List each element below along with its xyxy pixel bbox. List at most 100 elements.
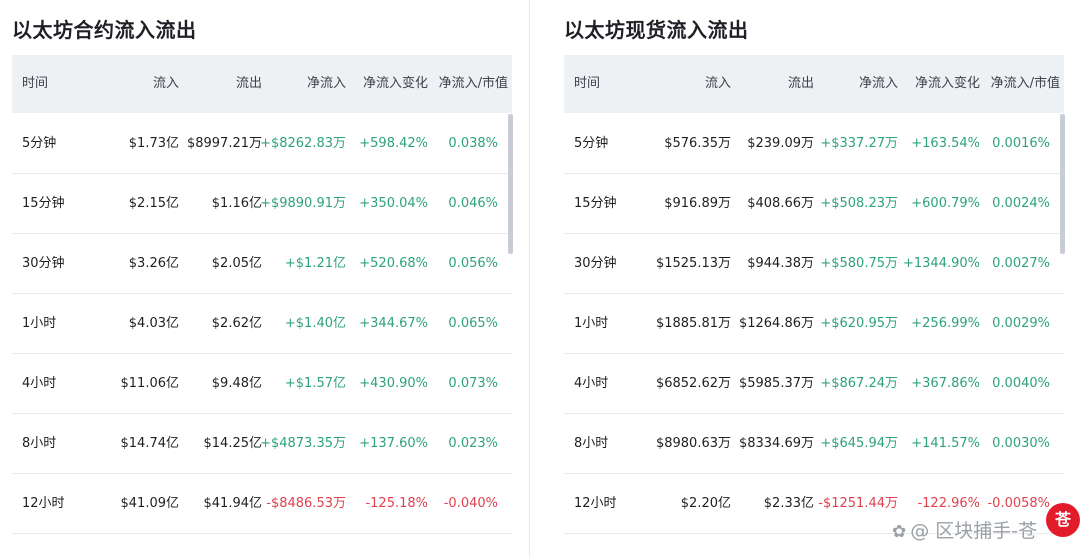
inflow-cell: $1885.81万 [655, 316, 731, 331]
table-body: 5分钟 $576.35万 $239.09万 +$337.27万 +163.54% 0.00… [564, 114, 1064, 534]
header-net-ratio: 净流入/市值 [438, 76, 508, 91]
panel-title: 以太坊现货流入流出 [564, 18, 749, 42]
table-row: 1小时 $1885.81万 $1264.86万 +$620.95万 +256.99% 0.… [564, 294, 1064, 354]
scrollbar[interactable] [508, 114, 513, 254]
avatar: 苍 [1046, 503, 1080, 537]
net-inflow-cell: -$1251.44万 [818, 496, 898, 511]
table-row: 4小时 $11.06亿 $9.48亿 +$1.57亿 +430.90% 0.073% [12, 354, 512, 414]
net-inflow-cell: -$8486.53万 [266, 496, 346, 511]
time-cell: 15分钟 [22, 196, 65, 211]
time-cell: 30分钟 [22, 256, 65, 271]
net-inflow-cell: +$1.21亿 [284, 256, 346, 271]
inflow-cell: $916.89万 [664, 196, 731, 211]
time-cell: 12小时 [22, 496, 65, 511]
header-net-inflow: 净流入 [306, 76, 346, 91]
table-row: 30分钟 $3.26亿 $2.05亿 +$1.21亿 +520.68% 0.056% [12, 234, 512, 294]
net-inflow-cell: +$9890.91万 [260, 196, 346, 211]
net-inflow-cell: +$580.75万 [820, 256, 898, 271]
header-inflow: 流入 [704, 76, 731, 91]
table-body: 5分钟 $1.73亿 $8997.21万 +$8262.83万 +598.42% 0.03… [12, 114, 512, 534]
net-change-cell: +137.60% [359, 436, 428, 451]
net-inflow-cell: +$4873.35万 [260, 436, 346, 451]
contract-flow-panel: 以太坊合约流入流出 时间 流入 流出 净流入 净流入变化 净流入/市值 5分钟 $1.73亿… [0, 0, 528, 557]
net-change-cell: +163.54% [911, 136, 980, 151]
net-ratio-cell: -0.040% [443, 496, 498, 511]
outflow-cell: $14.25亿 [203, 436, 263, 451]
outflow-cell: $2.33亿 [763, 496, 814, 511]
header-net-change: 净流入变化 [914, 76, 980, 91]
table-header: 时间 流入 流出 净流入 净流入变化 净流入/市值 [12, 55, 512, 113]
outflow-cell: $41.94亿 [203, 496, 263, 511]
inflow-cell: $14.74亿 [120, 436, 180, 451]
inflow-cell: $576.35万 [664, 136, 731, 151]
net-inflow-cell: +$8262.83万 [260, 136, 346, 151]
time-cell: 8小时 [574, 436, 609, 451]
header-inflow: 流入 [152, 76, 179, 91]
outflow-cell: $2.05亿 [211, 256, 262, 271]
net-ratio-cell: 0.023% [448, 436, 498, 451]
inflow-cell: $8980.63万 [655, 436, 731, 451]
watermark-text: @ 区块捕手-苍 [910, 520, 1038, 542]
outflow-cell: $944.38万 [747, 256, 814, 271]
table-header: 时间 流入 流出 净流入 净流入变化 净流入/市值 [564, 55, 1064, 113]
inflow-cell: $4.03亿 [128, 316, 179, 331]
outflow-cell: $1264.86万 [738, 316, 814, 331]
table-row: 15分钟 $2.15亿 $1.16亿 +$9890.91万 +350.04% 0.046% [12, 174, 512, 234]
scrollbar[interactable] [1060, 114, 1065, 254]
net-change-cell: +1344.90% [902, 256, 980, 271]
net-change-cell: +430.90% [359, 376, 428, 391]
net-change-cell: +600.79% [911, 196, 980, 211]
table-row: 1小时 $4.03亿 $2.62亿 +$1.40亿 +344.67% 0.065% [12, 294, 512, 354]
net-change-cell: +344.67% [359, 316, 428, 331]
inflow-cell: $6852.62万 [655, 376, 731, 391]
outflow-cell: $1.16亿 [211, 196, 262, 211]
net-ratio-cell: 0.038% [448, 136, 498, 151]
net-ratio-cell: 0.073% [448, 376, 498, 391]
outflow-cell: $8997.21万 [186, 136, 262, 151]
inflow-cell: $1525.13万 [655, 256, 731, 271]
time-cell: 1小时 [22, 316, 57, 331]
table-row: 8小时 $8980.63万 $8334.69万 +$645.94万 +141.57% 0.… [564, 414, 1064, 474]
time-cell: 12小时 [574, 496, 617, 511]
net-inflow-cell: +$508.23万 [820, 196, 898, 211]
header-time: 时间 [22, 76, 49, 91]
net-ratio-cell: 0.0027% [992, 256, 1050, 271]
time-cell: 4小时 [574, 376, 609, 391]
watermark: ✿ @ 区块捕手-苍 [892, 516, 1037, 543]
table-row: 5分钟 $576.35万 $239.09万 +$337.27万 +163.54% 0.00… [564, 114, 1064, 174]
header-outflow: 流出 [235, 76, 262, 91]
inflow-cell: $1.73亿 [128, 136, 179, 151]
net-inflow-cell: +$645.94万 [820, 436, 898, 451]
net-inflow-cell: +$1.40亿 [284, 316, 346, 331]
net-inflow-cell: +$867.24万 [820, 376, 898, 391]
net-ratio-cell: 0.0029% [992, 316, 1050, 331]
inflow-cell: $2.20亿 [680, 496, 731, 511]
table-row: 5分钟 $1.73亿 $8997.21万 +$8262.83万 +598.42% 0.03… [12, 114, 512, 174]
header-net-change: 净流入变化 [362, 76, 428, 91]
panel-divider [529, 0, 530, 557]
spot-flow-panel: 以太坊现货流入流出 时间 流入 流出 净流入 净流入变化 净流入/市值 5分钟 $576.3… [552, 0, 1081, 557]
inflow-cell: $2.15亿 [128, 196, 179, 211]
time-cell: 15分钟 [574, 196, 617, 211]
header-net-ratio: 净流入/市值 [990, 76, 1060, 91]
panel-title: 以太坊合约流入流出 [12, 18, 197, 42]
net-inflow-cell: +$337.27万 [820, 136, 898, 151]
net-change-cell: -125.18% [365, 496, 428, 511]
table-row: 4小时 $6852.62万 $5985.37万 +$867.24万 +367.86% 0.… [564, 354, 1064, 414]
time-cell: 4小时 [22, 376, 57, 391]
inflow-cell: $11.06亿 [120, 376, 180, 391]
net-ratio-cell: 0.0016% [992, 136, 1050, 151]
header-net-inflow: 净流入 [858, 76, 898, 91]
net-change-cell: +256.99% [911, 316, 980, 331]
time-cell: 5分钟 [22, 136, 57, 151]
outflow-cell: $408.66万 [747, 196, 814, 211]
net-change-cell: +367.86% [911, 376, 980, 391]
net-inflow-cell: +$1.57亿 [284, 376, 346, 391]
time-cell: 5分钟 [574, 136, 609, 151]
table-row: 30分钟 $1525.13万 $944.38万 +$580.75万 +1344.90% 0… [564, 234, 1064, 294]
net-change-cell: +350.04% [359, 196, 428, 211]
table-row: 15分钟 $916.89万 $408.66万 +$508.23万 +600.79% 0.0… [564, 174, 1064, 234]
outflow-cell: $5985.37万 [738, 376, 814, 391]
net-ratio-cell: 0.0024% [992, 196, 1050, 211]
header-outflow: 流出 [787, 76, 814, 91]
